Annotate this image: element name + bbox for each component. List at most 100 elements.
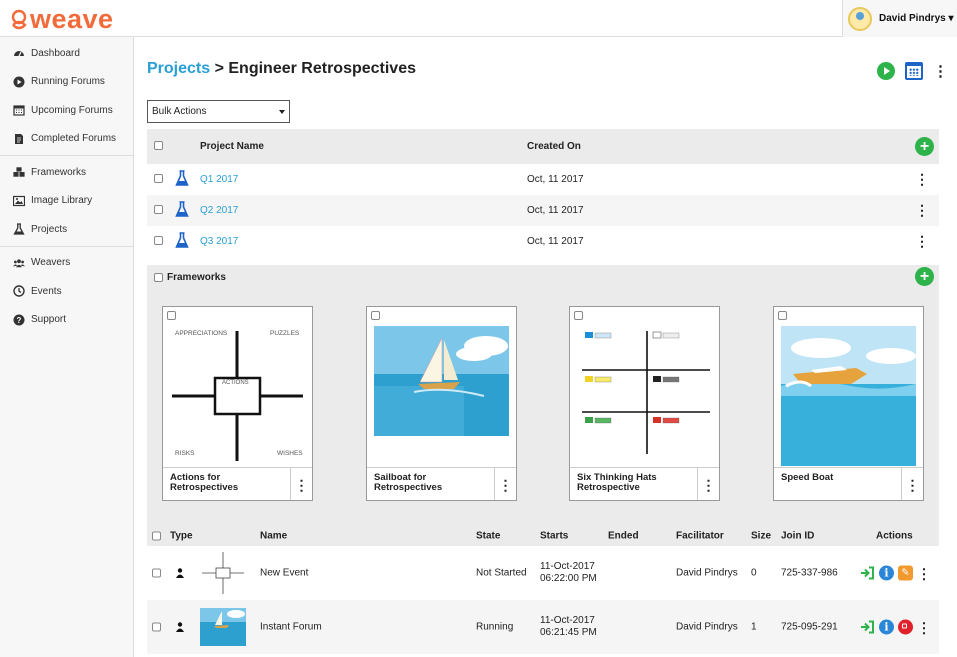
card-title: Six Thinking Hats Retrospective bbox=[570, 467, 698, 500]
row-checkbox[interactable] bbox=[152, 622, 161, 632]
row-checkbox[interactable] bbox=[154, 173, 163, 183]
sidebar-item-running-forums[interactable]: Running Forums bbox=[0, 68, 133, 97]
table-header: Type Name State Starts Ended Facilitator… bbox=[147, 526, 939, 546]
column-state: State bbox=[476, 530, 501, 542]
user-menu[interactable]: David Pindrys ▾ bbox=[842, 0, 957, 37]
created-on: Oct, 11 2017 bbox=[527, 174, 584, 185]
stop-forum-icon[interactable] bbox=[898, 619, 913, 635]
card-more-icon[interactable]: ⋮ bbox=[290, 467, 312, 500]
event-name[interactable]: Instant Forum bbox=[260, 622, 322, 633]
card-title: Actions for Retrospectives bbox=[163, 467, 291, 500]
actions-framework-thumbnail: APPRECIATIONS PUZZLES ACTIONS RISKS WISH… bbox=[172, 330, 303, 461]
sailboat-thumbnail bbox=[374, 326, 509, 436]
play-circle-icon bbox=[13, 76, 25, 88]
row-more-icon[interactable]: ⋮ bbox=[915, 233, 929, 250]
project-link[interactable]: Q1 2017 bbox=[200, 174, 238, 185]
sidebar-group-content: Frameworks Image Library Projects bbox=[0, 156, 133, 247]
sidebar-item-frameworks[interactable]: Frameworks bbox=[0, 158, 133, 187]
project-link[interactable]: Q2 2017 bbox=[200, 205, 238, 216]
sidebar-item-completed-forums[interactable]: Completed Forums bbox=[0, 125, 133, 154]
dashboard-icon bbox=[13, 47, 25, 59]
card-checkbox[interactable] bbox=[371, 311, 380, 320]
row-more-icon[interactable]: ⋮ bbox=[915, 171, 929, 188]
column-actions: Actions bbox=[876, 530, 913, 542]
info-icon[interactable]: i bbox=[879, 565, 894, 581]
bulk-actions-label: Bulk Actions bbox=[152, 106, 207, 117]
card-checkbox[interactable] bbox=[167, 311, 176, 320]
select-all-checkbox[interactable] bbox=[154, 140, 163, 150]
sidebar-item-projects[interactable]: Projects bbox=[0, 215, 133, 244]
events-table: Type Name State Starts Ended Facilitator… bbox=[147, 526, 939, 654]
framework-card[interactable]: APPRECIATIONS PUZZLES ACTIONS RISKS WISH… bbox=[162, 306, 313, 501]
row-checkbox[interactable] bbox=[152, 568, 161, 578]
logo-text: weave bbox=[30, 4, 114, 34]
add-framework-button[interactable]: + bbox=[915, 267, 934, 286]
sidebar-item-support[interactable]: ? Support bbox=[0, 306, 133, 335]
breadcrumb-projects[interactable]: Projects bbox=[147, 60, 210, 77]
select-all-frameworks-checkbox[interactable] bbox=[154, 272, 163, 282]
enter-forum-icon[interactable] bbox=[860, 620, 875, 635]
clock-icon bbox=[13, 285, 25, 297]
help-icon: ? bbox=[13, 314, 25, 326]
sidebar-item-events[interactable]: Events bbox=[0, 277, 133, 306]
caret-down-icon bbox=[279, 109, 285, 114]
project-link[interactable]: Q3 2017 bbox=[200, 236, 238, 247]
sidebar-item-dashboard[interactable]: Dashboard bbox=[0, 39, 133, 68]
sidebar-item-label: Frameworks bbox=[31, 166, 87, 178]
document-icon bbox=[13, 133, 25, 145]
column-starts: Starts bbox=[540, 530, 569, 542]
person-icon bbox=[176, 622, 184, 632]
enter-forum-icon[interactable] bbox=[860, 566, 875, 581]
sidebar-item-label: Upcoming Forums bbox=[31, 104, 113, 116]
card-title: Sailboat for Retrospectives bbox=[367, 467, 495, 500]
project-title: Engineer Retrospectives bbox=[228, 60, 416, 77]
person-icon bbox=[176, 568, 184, 578]
event-facilitator: David Pindrys bbox=[676, 621, 738, 633]
info-icon[interactable]: i bbox=[879, 619, 894, 635]
schedule-calendar-icon[interactable] bbox=[905, 62, 923, 80]
card-more-icon[interactable]: ⋮ bbox=[901, 467, 923, 500]
quadrant-label-center: ACTIONS bbox=[222, 380, 249, 386]
sidebar-item-upcoming-forums[interactable]: Upcoming Forums bbox=[0, 96, 133, 125]
quadrant-label-bl: RISKS bbox=[175, 450, 195, 457]
quadrant-label-br: WISHES bbox=[277, 450, 303, 457]
card-more-icon[interactable]: ⋮ bbox=[494, 467, 516, 500]
card-more-icon[interactable]: ⋮ bbox=[697, 467, 719, 500]
flask-icon bbox=[175, 232, 189, 248]
event-state: Not Started bbox=[476, 567, 527, 579]
event-name[interactable]: New Event bbox=[260, 568, 308, 579]
start-forum-icon[interactable] bbox=[877, 62, 895, 80]
framework-card[interactable]: Speed Boat ⋮ bbox=[773, 306, 924, 501]
breadcrumb-separator: > bbox=[210, 60, 229, 77]
projects-table: Project Name Created On + Q1 2017 Oct, 1… bbox=[147, 129, 939, 257]
framework-card[interactable]: Sailboat for Retrospectives ⋮ bbox=[366, 306, 517, 501]
select-all-events-checkbox[interactable] bbox=[152, 531, 161, 541]
sidebar-item-label: Image Library bbox=[31, 195, 93, 207]
sidebar-item-image-library[interactable]: Image Library bbox=[0, 187, 133, 216]
event-join-id: 725-337-986 bbox=[781, 567, 838, 579]
event-thumbnail bbox=[200, 550, 246, 596]
page-more-icon[interactable]: ⋮ bbox=[933, 64, 948, 79]
card-checkbox[interactable] bbox=[778, 311, 787, 320]
edit-icon[interactable]: ✎ bbox=[898, 565, 913, 581]
sidebar-item-label: Completed Forums bbox=[31, 133, 117, 145]
row-checkbox[interactable] bbox=[154, 235, 163, 245]
image-icon bbox=[13, 195, 25, 207]
add-project-button[interactable]: + bbox=[915, 137, 934, 156]
event-size: 1 bbox=[751, 621, 757, 633]
sidebar-item-label: Running Forums bbox=[31, 76, 105, 88]
card-checkbox[interactable] bbox=[574, 311, 583, 320]
sidebar: Dashboard Running Forums Upcoming Forums… bbox=[0, 37, 134, 657]
table-row: New Event Not Started 11-Oct-2017 06:22:0… bbox=[147, 546, 939, 600]
row-more-icon[interactable]: ⋮ bbox=[917, 620, 931, 634]
sidebar-item-weavers[interactable]: Weavers bbox=[0, 249, 133, 278]
column-ended: Ended bbox=[608, 530, 639, 542]
row-checkbox[interactable] bbox=[154, 204, 163, 214]
row-more-icon[interactable]: ⋮ bbox=[915, 202, 929, 219]
starts-time: 06:21:45 PM bbox=[540, 627, 597, 638]
bulk-actions-select[interactable]: Bulk Actions bbox=[147, 100, 290, 123]
starts-date: 11-Oct-2017 bbox=[540, 561, 595, 572]
framework-card[interactable]: Six Thinking Hats Retrospective ⋮ bbox=[569, 306, 720, 501]
weave-logo[interactable]: weave bbox=[10, 4, 114, 35]
row-more-icon[interactable]: ⋮ bbox=[917, 566, 931, 580]
